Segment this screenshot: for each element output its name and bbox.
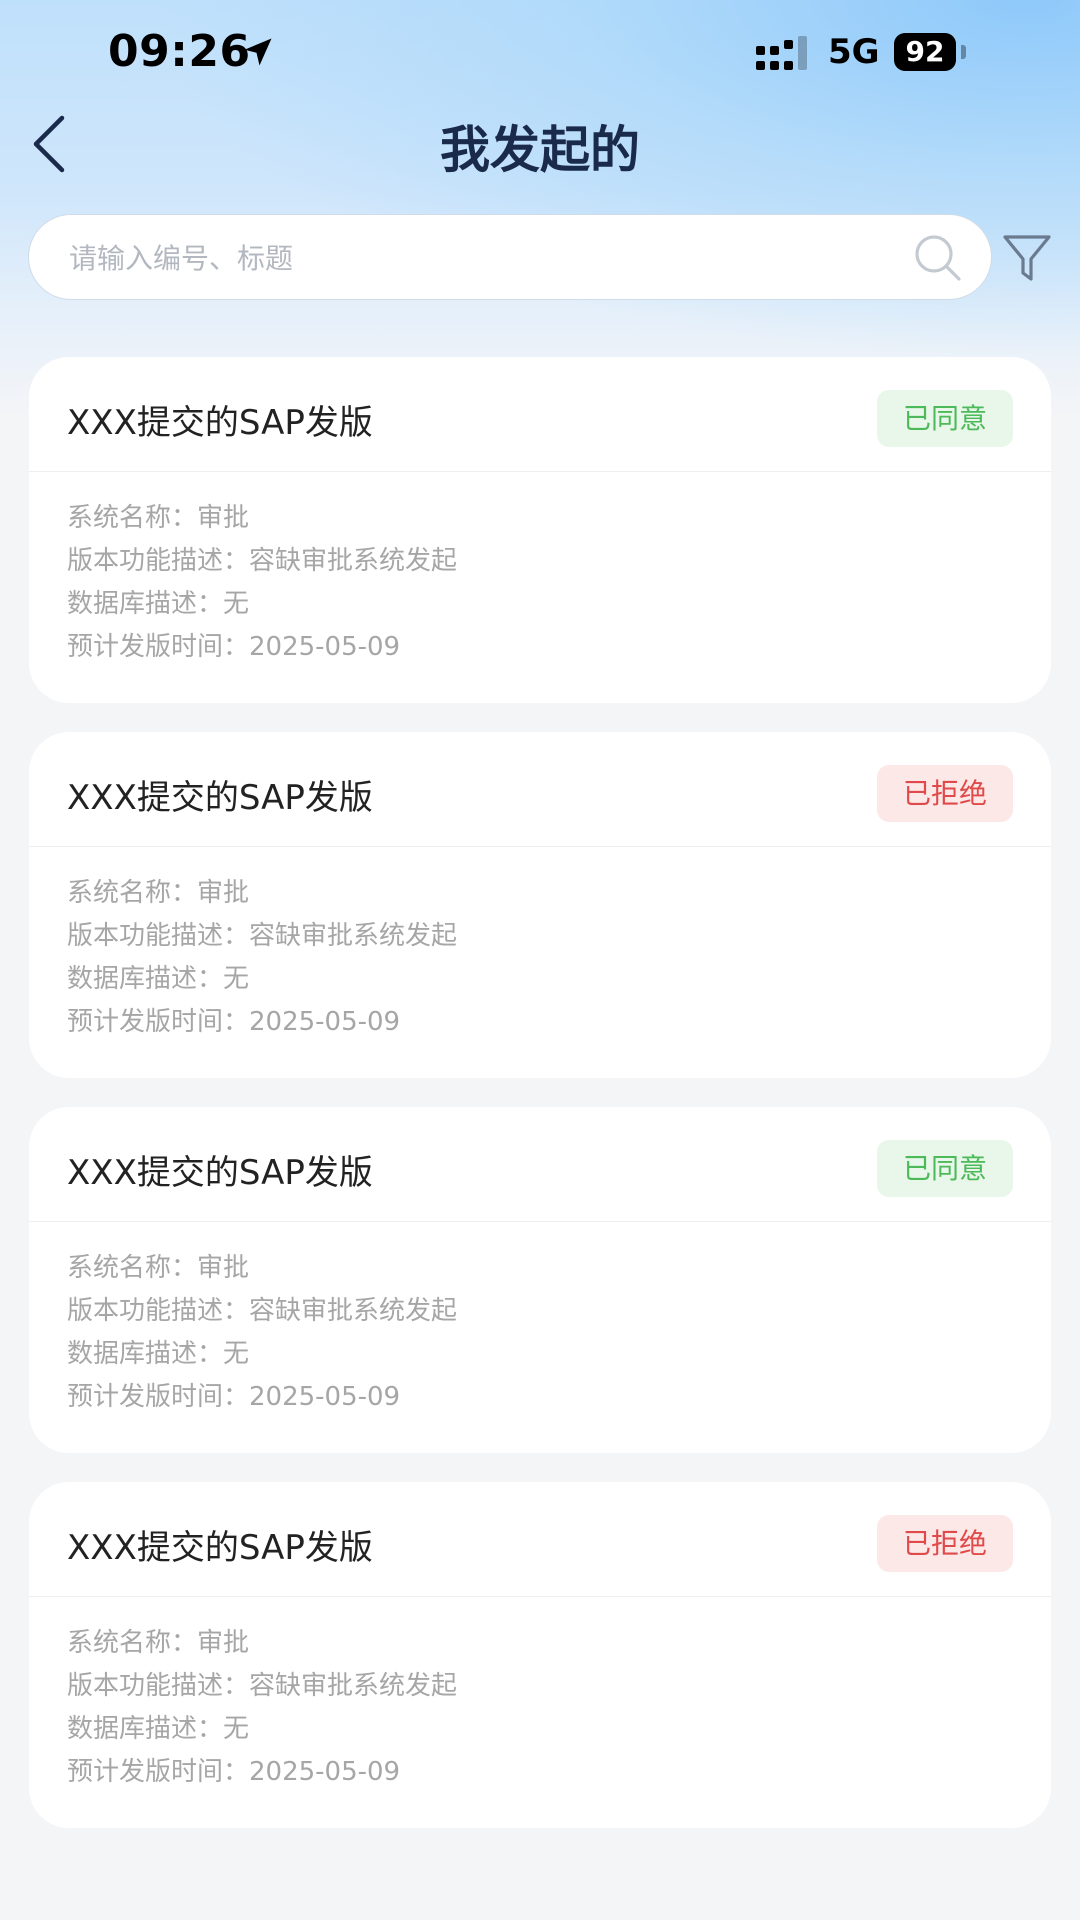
approval-card[interactable]: XXX提交的SAP发版 已同意系统名称：审批版本功能描述：容缺审批系统发起 数据库描… (29, 1107, 1051, 1453)
card-field: 版本功能描述：容缺审批系统发起 (67, 546, 458, 576)
status-badge: 已拒绝 (877, 765, 1013, 822)
approval-card[interactable]: XXX提交的SAP发版 已拒绝系统名称：审批版本功能描述：容缺审批系统发起 数据库描… (29, 732, 1051, 1078)
card-title: XXX提交的SAP发版 (67, 1528, 373, 1568)
card-header: XXX提交的SAP发版 已同意 (29, 357, 1051, 472)
battery-icon: 92 (894, 33, 966, 71)
card-header: XXX提交的SAP发版 已拒绝 (29, 732, 1051, 847)
card-field: 预计发版时间：2025-05-09 (67, 1757, 401, 1787)
search-icon[interactable] (913, 233, 963, 283)
signal-icon (756, 36, 807, 70)
card-field: 版本功能描述：容缺审批系统发起 (67, 1671, 458, 1701)
card-field: 预计发版时间：2025-05-09 (67, 632, 401, 662)
nav-bar: 我发起的 (0, 100, 1080, 190)
card-field: 预计发版时间：2025-05-09 (67, 1382, 401, 1412)
card-body: 系统名称：审批版本功能描述：容缺审批系统发起 数据库描述：无预计发版时间：2025… (67, 1622, 457, 1794)
card-field: 系统名称：审批 (67, 1253, 250, 1283)
card-field: 系统名称：审批 (67, 503, 250, 533)
card-body: 系统名称：审批版本功能描述：容缺审批系统发起 数据库描述：无预计发版时间：2025… (67, 497, 457, 669)
card-field: 版本功能描述：容缺审批系统发起 (67, 921, 458, 951)
card-field: 数据库描述：无 (67, 589, 250, 619)
card-body: 系统名称：审批版本功能描述：容缺审批系统发起 数据库描述：无预计发版时间：2025… (67, 872, 457, 1044)
card-header: XXX提交的SAP发版 已拒绝 (29, 1482, 1051, 1597)
search-box[interactable] (28, 214, 992, 301)
status-badge: 已拒绝 (877, 1515, 1013, 1572)
card-title: XXX提交的SAP发版 (67, 403, 373, 443)
approval-card[interactable]: XXX提交的SAP发版 已同意系统名称：审批版本功能描述：容缺审批系统发起 数据库描… (29, 357, 1051, 703)
card-field: 预计发版时间：2025-05-09 (67, 1007, 401, 1037)
page-title: 我发起的 (440, 121, 640, 179)
card-title: XXX提交的SAP发版 (67, 1153, 373, 1193)
approval-card[interactable]: XXX提交的SAP发版 已拒绝系统名称：审批版本功能描述：容缺审批系统发起 数据库描… (29, 1482, 1051, 1828)
location-arrow-icon (244, 38, 272, 66)
status-bar: 09:26 5G 92 (0, 0, 1080, 110)
status-badge: 已同意 (877, 390, 1013, 447)
card-field: 数据库描述：无 (67, 1339, 250, 1369)
card-header: XXX提交的SAP发版 已同意 (29, 1107, 1051, 1222)
card-field: 系统名称：审批 (67, 1628, 250, 1658)
battery-level: 92 (894, 33, 956, 71)
battery-cap (961, 45, 966, 59)
card-field: 版本功能描述：容缺审批系统发起 (67, 1296, 458, 1326)
status-time: 09:26 (108, 26, 251, 77)
card-title: XXX提交的SAP发版 (67, 778, 373, 818)
card-body: 系统名称：审批版本功能描述：容缺审批系统发起 数据库描述：无预计发版时间：2025… (67, 1247, 457, 1419)
filter-icon[interactable] (1002, 232, 1052, 286)
card-field: 数据库描述：无 (67, 1714, 250, 1744)
search-row (0, 214, 1080, 304)
network-type: 5G (828, 32, 880, 72)
search-input[interactable] (67, 215, 891, 301)
approval-list: XXX提交的SAP发版 已同意 系统名称：审批 版本功能描述：容缺审批系统发起 数据库描… (29, 357, 1051, 1857)
status-badge: 已同意 (877, 1140, 1013, 1197)
card-field: 系统名称：审批 (67, 878, 250, 908)
card-field: 数据库描述：无 (67, 964, 250, 994)
